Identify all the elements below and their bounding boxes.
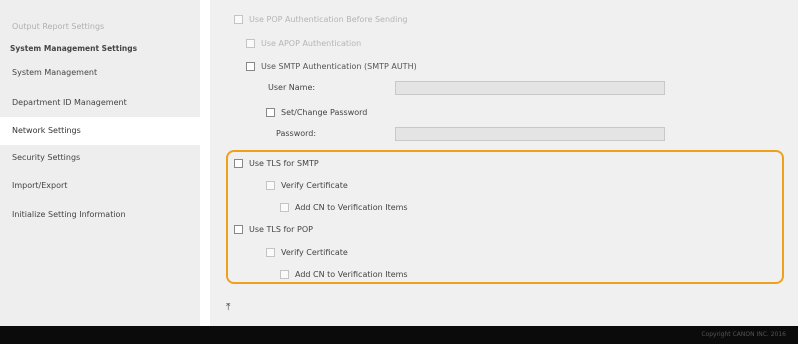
tls-pop-checkbox[interactable]	[234, 225, 243, 234]
user-name-label: User Name:	[268, 83, 315, 92]
tls-smtp-addcn-label: Add CN to Verification Items	[295, 203, 408, 212]
tls-pop-verify-row[interactable]: Verify Certificate	[266, 248, 348, 257]
tls-pop-addcn-row[interactable]: Add CN to Verification Items	[280, 270, 408, 279]
set-change-password-row[interactable]: Set/Change Password	[266, 108, 367, 117]
tls-smtp-addcn-checkbox[interactable]	[280, 203, 289, 212]
user-name-text: User Name:	[268, 83, 316, 92]
footer-copyright: Copyright CANON INC. 2016	[701, 331, 786, 338]
apop-auth-label: Use APOP Authentication	[261, 39, 362, 48]
tls-smtp-verify-label: Verify Certificate	[281, 181, 348, 190]
sidebar-item-initialize-settings[interactable]: Initialize Setting Information	[0, 202, 200, 228]
password-input[interactable]	[395, 127, 665, 141]
tls-pop-addcn-checkbox[interactable]	[280, 270, 289, 279]
sidebar-item-network-settings[interactable]: Network Settings	[0, 117, 200, 145]
sidebar-item-output-report-settings[interactable]: Output Report Settings	[0, 14, 200, 40]
smtp-auth-row[interactable]: Use SMTP Authentication (SMTP AUTH)	[246, 62, 417, 71]
tls-pop-label: Use TLS for POP	[249, 225, 313, 234]
tls-pop-addcn-label: Add CN to Verification Items	[295, 270, 408, 279]
sidebar: Output Report Settings System Management…	[0, 0, 200, 326]
smtp-auth-checkbox[interactable]	[246, 62, 255, 71]
tls-smtp-verify-checkbox[interactable]	[266, 181, 275, 190]
tls-smtp-checkbox[interactable]	[234, 159, 243, 168]
set-change-password-checkbox[interactable]	[266, 108, 275, 117]
password-text: Password:	[276, 129, 317, 138]
tls-pop-row[interactable]: Use TLS for POP	[234, 225, 313, 234]
footer-bar: Copyright CANON INC. 2016	[0, 326, 798, 344]
pop-auth-row[interactable]: Use POP Authentication Before Sending	[234, 15, 407, 24]
sidebar-item-import-export[interactable]: Import/Export	[0, 173, 200, 199]
sidebar-item-system-management[interactable]: System Management	[0, 60, 200, 86]
user-name-input[interactable]	[395, 81, 665, 95]
tls-smtp-label: Use TLS for SMTP	[249, 159, 319, 168]
apop-auth-row[interactable]: Use APOP Authentication	[246, 39, 361, 48]
smtp-auth-label: Use SMTP Authentication (SMTP AUTH)	[261, 62, 417, 71]
set-change-password-label: Set/Change Password	[281, 108, 368, 117]
tls-options-highlight	[226, 150, 784, 284]
pop-auth-label: Use POP Authentication Before Sending	[249, 15, 408, 24]
tls-pop-verify-label: Verify Certificate	[281, 248, 348, 257]
to-top-icon[interactable]: ⤒	[226, 302, 230, 313]
pop-auth-checkbox[interactable]	[234, 15, 243, 24]
tls-smtp-row[interactable]: Use TLS for SMTP	[234, 159, 319, 168]
tls-smtp-addcn-row[interactable]: Add CN to Verification Items	[280, 203, 408, 212]
password-label: Password:	[276, 129, 316, 138]
tls-pop-verify-checkbox[interactable]	[266, 248, 275, 257]
sidebar-item-department-id[interactable]: Department ID Management	[0, 90, 200, 116]
sidebar-item-security-settings[interactable]: Security Settings	[0, 145, 200, 171]
apop-auth-checkbox[interactable]	[246, 39, 255, 48]
sidebar-heading: System Management Settings	[10, 44, 138, 53]
tls-smtp-verify-row[interactable]: Verify Certificate	[266, 181, 348, 190]
